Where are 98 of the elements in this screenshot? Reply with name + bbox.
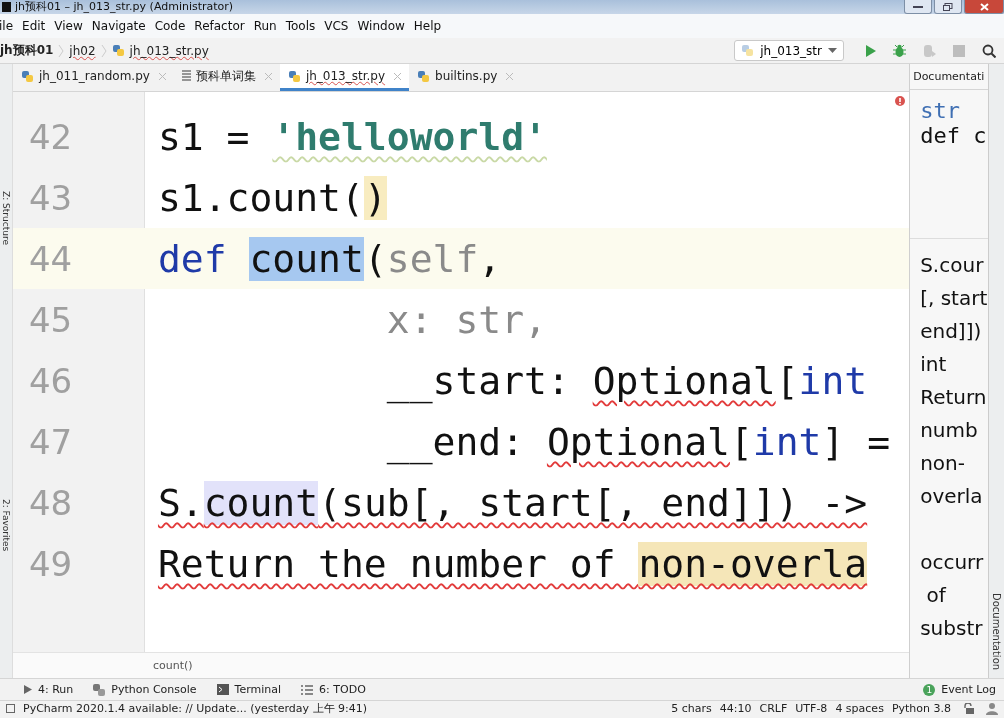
bug-icon[interactable] [893,43,906,58]
menu-item[interactable]: Code [154,19,186,33]
status-item[interactable]: 5 chars [671,702,712,715]
code-line: x: str, [385,297,547,342]
code-line: S.count(sub[, start[, end]]) -> [157,480,868,525]
doc-text: substr [920,615,984,642]
doc-text: Return [920,384,988,411]
editor-tab[interactable]: jh_013_str.py [279,64,410,91]
status-item[interactable]: Python 3.8 [891,702,951,715]
search-icon[interactable] [982,43,996,58]
minimize-button[interactable] [904,0,932,14]
status-item[interactable]: 4 spaces [835,702,884,715]
python-file-icon [417,69,431,83]
line-number: 42 [27,116,74,157]
line-number: 43 [27,177,74,218]
menu-item[interactable]: Refactor [194,19,245,33]
code-line: __end: Optional[int] = [385,419,891,464]
menu-item[interactable]: ile [0,19,14,33]
error-icon [895,96,906,106]
tool-window-button[interactable]: 4: Run [16,679,82,700]
menu-item[interactable]: Run [253,19,277,33]
run-config-dropdown[interactable]: jh_013_str [734,40,844,61]
tool-window-tab[interactable]: Z: Structure [1,190,11,245]
line-number: 46 [27,360,74,401]
close-icon[interactable] [506,72,514,80]
terminal-icon [216,684,229,695]
status-item[interactable]: 44:10 [719,702,752,715]
breadcrumb[interactable]: jh预科01 [0,42,54,59]
menu-item[interactable]: Edit [22,19,46,33]
doc-text: non- [920,450,966,477]
code-line: __start: Optional[int [385,358,868,403]
close-icon[interactable] [394,72,402,80]
python-file-icon [287,69,301,83]
python-file-icon [741,44,755,57]
menu-item[interactable]: View [54,19,83,33]
tool-window-tab[interactable]: Documentation [991,592,1002,670]
editor-tab[interactable]: builtins.py [409,64,522,91]
person-icon[interactable] [986,702,998,715]
status-item[interactable]: CRLF [759,702,788,715]
chevron-icon [100,43,107,58]
run-icon [24,685,32,694]
restore-button[interactable] [934,0,962,14]
app-icon [2,2,11,12]
line-number: 45 [27,299,74,340]
window-title: jh预科01 – jh_013_str.py (Administrator) [15,0,234,14]
code-line: s1.count() [157,175,387,220]
doc-text: S.cour [920,252,985,279]
stop-icon[interactable] [953,44,965,57]
breadcrumb[interactable]: jh02 [69,43,96,58]
tool-window-tab[interactable]: 2: Favorites [1,498,11,552]
tool-window-button[interactable]: 6: TODO [293,679,374,700]
line-number: 49 [27,543,74,584]
python-icon [93,683,106,696]
breadcrumb[interactable]: jh_013_str.py [129,43,209,58]
coverage-icon[interactable] [923,43,936,58]
caret-icon [828,47,837,54]
doc-text: [, start [920,285,988,312]
event-log-button[interactable]: 1 Event Log [915,679,1004,700]
line-number: 44 [27,238,74,279]
menu-item[interactable]: Window [357,19,405,33]
doc-text: of [925,582,948,609]
code-breadcrumb[interactable]: count() [152,659,193,672]
menu-item[interactable]: Help [413,19,442,33]
menu-item[interactable]: VCS [324,19,349,33]
doc-text: overla [920,483,984,510]
doc-text: numb [920,417,979,444]
status-item[interactable]: UTF-8 [795,702,828,715]
chevron-icon [58,43,65,58]
restore-icon [943,2,953,11]
close-icon[interactable] [158,72,166,80]
code-line: s1 = 'helloworld' [157,114,547,159]
menu-item[interactable]: Navigate [91,19,146,33]
line-number: 48 [27,482,74,523]
close-icon [979,2,989,11]
python-file-icon [111,44,125,57]
run-icon[interactable] [865,44,876,57]
code-line: Return the number of non-overla [157,541,868,586]
menu-item[interactable]: Tools [285,19,316,33]
text-file-icon [181,70,191,82]
panel-title: Documentati [913,70,985,84]
status-icon [6,704,15,713]
line-number: 47 [27,421,74,462]
close-icon[interactable] [264,72,272,80]
doc-text: occurr [920,549,985,576]
tool-window-button[interactable]: Terminal [208,679,290,700]
editor-tab[interactable]: jh_011_random.py [12,64,174,91]
list-icon [301,684,314,695]
tool-window-button[interactable]: Python Console [85,679,205,700]
code-line: def count(self, [157,236,502,281]
python-file-icon [20,69,34,83]
signature-text: def c [920,123,988,149]
lock-icon[interactable] [963,703,974,714]
class-name: str [920,98,961,124]
status-message: PyCharm 2020.1.4 available: // Update... (yesterday 上午 9:41) [23,701,368,716]
doc-text: int [920,351,948,378]
close-button[interactable] [964,0,1004,14]
editor-tab[interactable]: 预科单词集 [173,64,280,91]
doc-text: end]]) [920,318,983,345]
